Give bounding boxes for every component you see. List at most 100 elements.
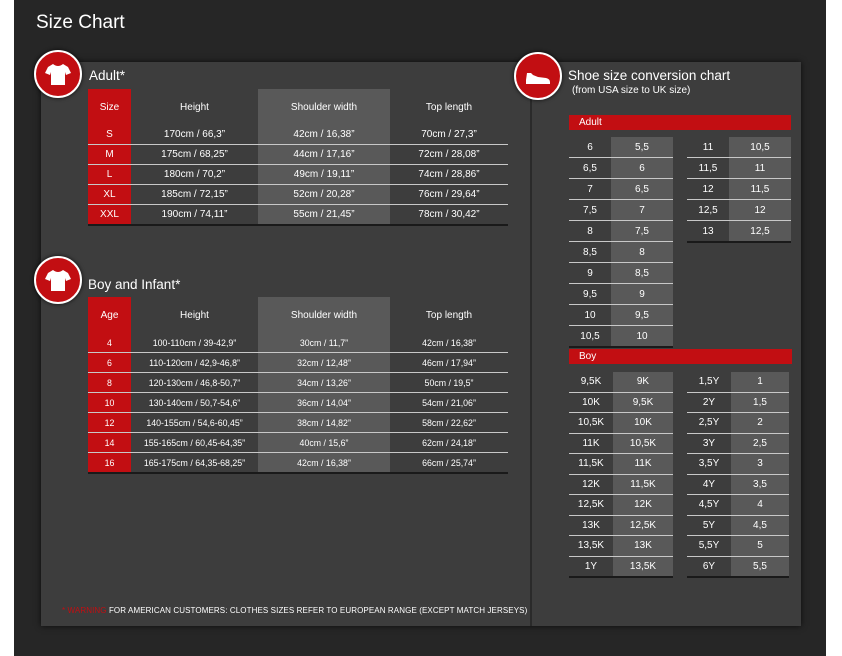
height-cell: 190cm / 74,11”	[131, 204, 258, 226]
size-cell: XXL	[88, 204, 131, 226]
table-row: 7 6,5	[569, 178, 673, 200]
uk-size-cell: 12,5K	[613, 515, 673, 536]
usa-size-cell: 1Y	[569, 556, 613, 578]
uk-size-cell: 10	[611, 325, 673, 348]
uk-size-cell: 10K	[613, 412, 673, 434]
uk-size-cell: 10,5	[729, 137, 791, 158]
uk-size-cell: 11,5K	[613, 474, 673, 495]
table-row: 11,5K 11K	[569, 453, 673, 475]
footnote-warning: WARNING	[67, 606, 107, 615]
table-row: 11K 10,5K	[569, 433, 673, 454]
usa-size-cell: 10,5K	[569, 412, 613, 434]
table-row: 8 120-130cm / 46,8-50,7” 34cm / 13,26” 50cm…	[88, 372, 508, 393]
column-header: Age	[88, 297, 131, 333]
usa-size-cell: 6	[569, 137, 611, 158]
table-row: 6 110-120cm / 42,9-46,8” 32cm / 12,48” 46cm…	[88, 352, 508, 373]
usa-size-cell: 13,5K	[569, 535, 613, 557]
table-row: 7,5 7	[569, 199, 673, 221]
shoulder-cell: 49cm / 19,11”	[258, 164, 390, 185]
uk-size-cell: 12K	[613, 494, 673, 516]
height-cell: 185cm / 72,15”	[131, 184, 258, 205]
usa-size-cell: 12,5	[687, 199, 729, 221]
column-header: Top length	[425, 101, 473, 113]
uk-size-cell: 10,5K	[613, 433, 673, 454]
usa-size-cell: 10,5	[569, 325, 611, 348]
size-cell: L	[88, 164, 131, 185]
length-cell: 50cm / 19,5”	[390, 372, 508, 393]
length-cell: 74cm / 28,86”	[390, 164, 508, 185]
uk-size-cell: 12,5	[729, 220, 791, 243]
uk-size-cell: 8,5	[611, 262, 673, 284]
uk-size-cell: 11K	[613, 453, 673, 475]
uk-size-cell: 2	[731, 412, 789, 434]
shoulder-cell: 44cm / 17,16”	[258, 144, 390, 165]
column-header: Top length	[425, 309, 473, 321]
height-cell: 170cm / 66,3”	[131, 125, 258, 145]
shoulder-cell: 52cm / 20,28”	[258, 184, 390, 205]
table-row: 2,5Y 2	[687, 412, 789, 434]
column-header: Height	[180, 309, 209, 321]
usa-size-cell: 4Y	[687, 474, 731, 495]
length-cell: 46cm / 17,94”	[390, 352, 508, 373]
adult-size-table: Size Height Shoulder width Top length S1…	[88, 89, 508, 226]
height-cell: 120-130cm / 46,8-50,7”	[131, 372, 258, 393]
tshirt-icon	[34, 256, 82, 304]
usa-size-cell: 12K	[569, 474, 613, 495]
table-row: XL 185cm / 72,15” 52cm / 20,28” 76cm / 29,6…	[88, 184, 508, 205]
size-cell: XL	[88, 184, 131, 205]
usa-size-cell: 9,5K	[569, 372, 613, 393]
table-row: 5Y 4,5	[687, 515, 789, 536]
footnote-text: FOR AMERICAN CUSTOMERS: CLOTHES SIZES RE…	[106, 606, 528, 615]
height-cell: 110-120cm / 42,9-46,8”	[131, 352, 258, 373]
uk-size-cell: 9K	[613, 372, 673, 393]
usa-size-cell: 9,5	[569, 283, 611, 305]
age-cell: 12	[88, 412, 131, 433]
usa-size-cell: 5,5Y	[687, 535, 731, 557]
shoulder-cell: 30cm / 11,7”	[258, 333, 390, 353]
height-cell: 100-110cm / 39-42,9”	[131, 333, 258, 353]
table-row: 4 100-110cm / 39-42,9” 30cm / 11,7” 42cm / …	[88, 333, 508, 353]
shoulder-cell: 38cm / 14,82”	[258, 412, 390, 433]
height-cell: 155-165cm / 60,45-64,35”	[131, 432, 258, 453]
shoe-boy-band: Boy	[569, 349, 792, 364]
usa-size-cell: 8,5	[569, 241, 611, 263]
tshirt-icon	[34, 50, 82, 98]
table-row: 4Y 3,5	[687, 474, 789, 495]
length-cell: 54cm / 21,06”	[390, 392, 508, 413]
shoe-icon	[514, 52, 562, 100]
table-row: 4,5Y 4	[687, 494, 789, 516]
uk-size-cell: 2,5	[731, 433, 789, 454]
usa-size-cell: 13K	[569, 515, 613, 536]
length-cell: 76cm / 29,64”	[390, 184, 508, 205]
age-cell: 16	[88, 452, 131, 474]
uk-size-cell: 1,5	[731, 392, 789, 413]
usa-size-cell: 7,5	[569, 199, 611, 221]
table-row: 12,5 12	[687, 199, 791, 221]
table-row: 11 10,5	[687, 137, 791, 158]
usa-size-cell: 11,5K	[569, 453, 613, 475]
height-cell: 130-140cm / 50,7-54,6”	[131, 392, 258, 413]
usa-size-cell: 2Y	[687, 392, 731, 413]
usa-size-cell: 9	[569, 262, 611, 284]
table-row: 9 8,5	[569, 262, 673, 284]
usa-size-cell: 5Y	[687, 515, 731, 536]
usa-size-cell: 8	[569, 220, 611, 242]
usa-size-cell: 7	[569, 178, 611, 200]
uk-size-cell: 9,5	[611, 304, 673, 326]
table-row: 9,5 9	[569, 283, 673, 305]
usa-size-cell: 10K	[569, 392, 613, 413]
height-cell: 175cm / 68,25”	[131, 144, 258, 165]
boy-infant-size-table: Age Height Shoulder width Top length 4 10…	[88, 297, 508, 474]
table-row: 12,5K 12K	[569, 494, 673, 516]
age-cell: 14	[88, 432, 131, 453]
table-row: 6Y 5,5	[687, 556, 789, 578]
shoe-adult-table: 11 10,5 11,5 11 12 11,5 12,5 12 13 12,5	[687, 137, 791, 243]
table-row: 12 11,5	[687, 178, 791, 200]
shoulder-cell: 55cm / 21,45”	[258, 204, 390, 226]
length-cell: 62cm / 24,18”	[390, 432, 508, 453]
usa-size-cell: 3Y	[687, 433, 731, 454]
table-row: 10,5 10	[569, 325, 673, 348]
table-row: 8 7,5	[569, 220, 673, 242]
usa-size-cell: 12,5K	[569, 494, 613, 516]
uk-size-cell: 1	[731, 372, 789, 393]
